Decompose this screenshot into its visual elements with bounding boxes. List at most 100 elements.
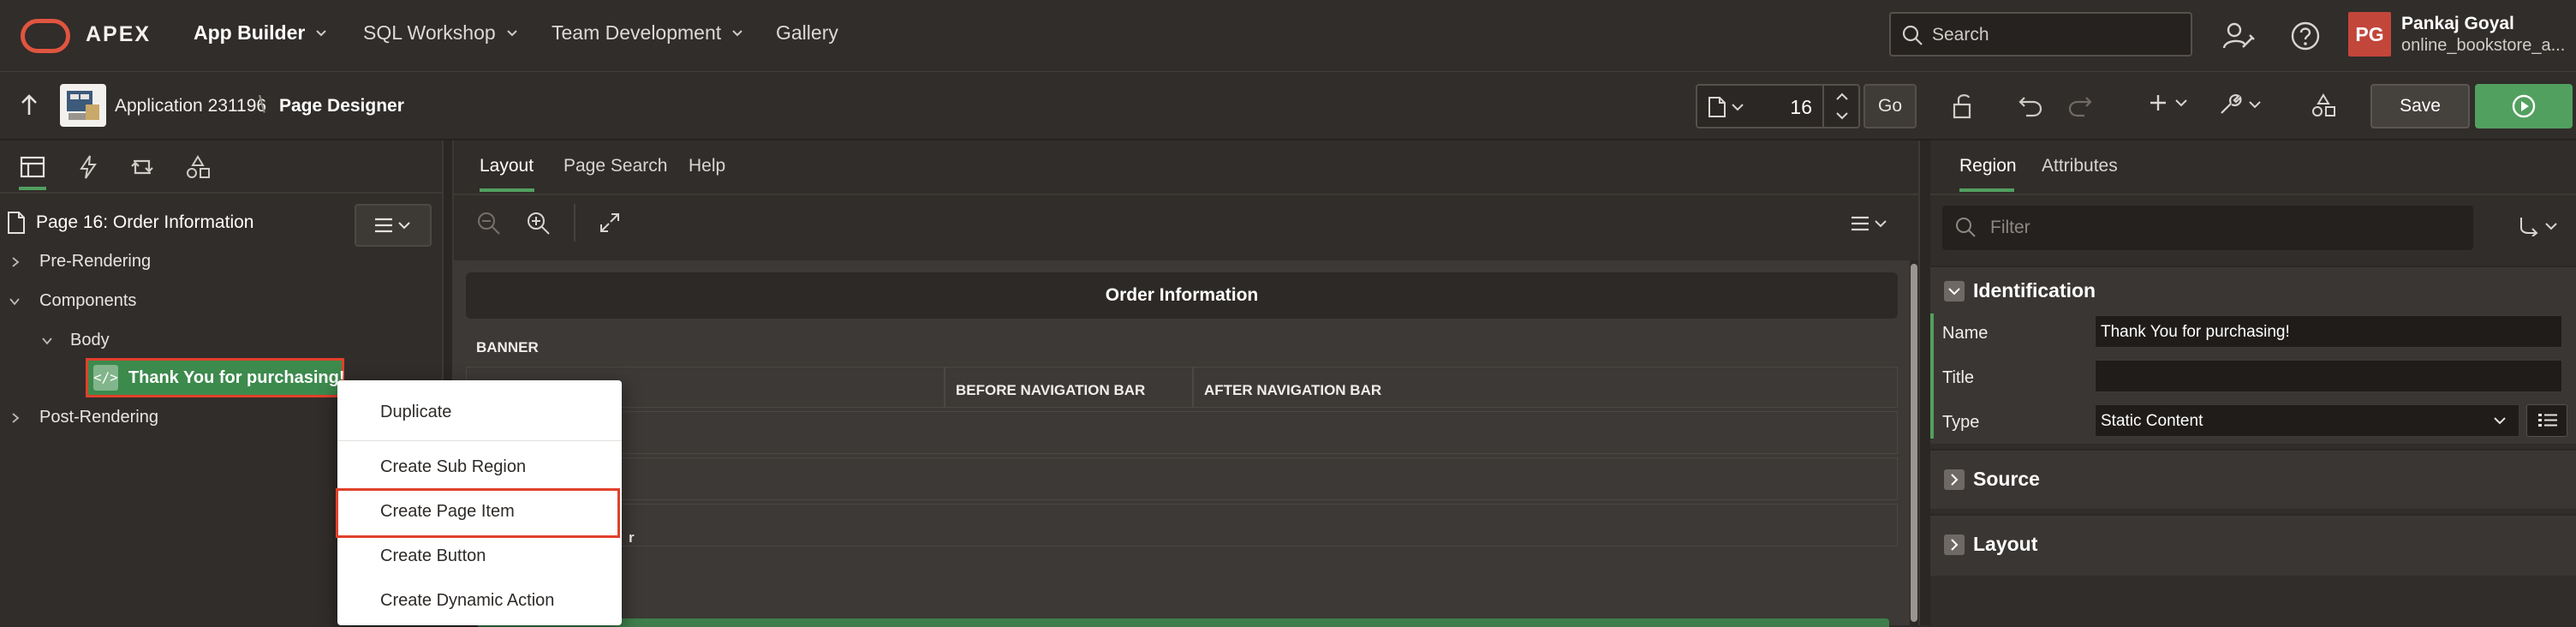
run-button[interactable]	[2475, 84, 2573, 128]
chevron-down-icon	[316, 29, 327, 36]
tree-components-label: Components	[39, 291, 137, 310]
rendering-tab-icon[interactable]	[19, 154, 46, 180]
tree-page-title: Page 16: Order Information	[36, 212, 254, 232]
menu-item-duplicate[interactable]: Duplicate	[380, 403, 451, 422]
application-icon[interactable]	[60, 84, 106, 127]
page-number[interactable]: 16	[1790, 96, 1812, 119]
tab-region[interactable]: Region	[1959, 156, 2017, 176]
undo-icon[interactable]	[2018, 93, 2043, 118]
filter-input[interactable]	[1990, 214, 2453, 242]
global-search[interactable]	[1889, 12, 2192, 57]
tab-help[interactable]: Help	[689, 156, 725, 176]
type-list-button[interactable]	[2526, 404, 2567, 437]
play-icon	[2512, 94, 2536, 118]
slot-row[interactable]	[466, 457, 1898, 500]
context-menu: Duplicate Create Sub Region Create Page …	[336, 380, 622, 625]
shared-components-icon[interactable]	[2311, 93, 2336, 118]
type-select[interactable]: Static Content	[2095, 404, 2519, 437]
nav-team-development-label: Team Development	[552, 21, 722, 44]
tree-components[interactable]: Components	[9, 291, 136, 311]
slot-row[interactable]	[466, 504, 1898, 546]
slot-row[interactable]	[466, 411, 1898, 454]
tab-page-search[interactable]: Page Search	[564, 156, 667, 176]
tree-body[interactable]: Body	[41, 331, 110, 350]
scrollbar-thumb[interactable]	[1911, 264, 1917, 622]
slot-after-nav-label: AFTER NAVIGATION BAR	[1204, 382, 1382, 398]
developer-tools-icon[interactable]	[2221, 19, 2256, 53]
slot-before-nav-label: BEFORE NAVIGATION BAR	[956, 382, 1146, 398]
tree-region-selected[interactable]: </> Thank You for purchasing!	[86, 358, 345, 397]
chevron-right-icon	[12, 412, 20, 423]
section-accent	[1930, 314, 1934, 439]
layout-header[interactable]: Layout	[1944, 533, 2037, 556]
layout-menu-icon[interactable]	[1850, 214, 1889, 233]
tab-attributes[interactable]: Attributes	[2042, 156, 2118, 176]
search-icon	[1902, 25, 1923, 45]
collapse-icon	[1944, 280, 1965, 302]
oracle-logo-icon[interactable]	[21, 19, 70, 53]
breadcrumb-separator: \	[259, 91, 265, 117]
nav-app-builder[interactable]: App Builder	[194, 21, 327, 45]
utilities-menu-button[interactable]	[2218, 93, 2261, 116]
help-icon[interactable]	[2288, 19, 2323, 53]
page-selector[interactable]: 16	[1696, 84, 1860, 128]
page-down-icon[interactable]	[1836, 111, 1848, 120]
layout-canvas[interactable]: Order Information BANNER BEFORE NAVIGATI…	[454, 260, 1910, 627]
go-to-group-button[interactable]	[2518, 216, 2557, 236]
search-input[interactable]	[1932, 22, 2180, 48]
nav-gallery[interactable]: Gallery	[776, 21, 838, 45]
title-field[interactable]	[2095, 360, 2562, 392]
canvas-scrollbar[interactable]	[1910, 260, 1918, 625]
menu-item-create-page-item[interactable]: Create Page Item	[380, 502, 515, 522]
expand-icon[interactable]	[598, 211, 622, 235]
slot-label-partial: r	[629, 529, 635, 546]
identification-section: Identification Name Thank You for purcha…	[1930, 266, 2576, 444]
name-field[interactable]: Thank You for purchasing!	[2095, 315, 2562, 348]
tree-page-node[interactable]: Page 16: Order Information	[7, 211, 253, 235]
identification-header[interactable]: Identification	[1944, 279, 2096, 302]
tree-post-rendering-label: Post-Rendering	[39, 408, 158, 427]
search-icon	[1956, 218, 1976, 237]
arrow-up-icon[interactable]	[17, 93, 41, 118]
tab-divider	[454, 194, 1918, 195]
shared-components-icon[interactable]	[185, 154, 211, 180]
lock-icon[interactable]	[1951, 93, 1977, 120]
save-button[interactable]: Save	[2370, 84, 2470, 128]
right-splitter[interactable]	[1918, 140, 1930, 625]
code-region-icon: </>	[93, 365, 118, 391]
tree-options-menu[interactable]	[355, 204, 432, 247]
layout-title: Layout	[1973, 533, 2038, 555]
nav-sql-workshop-label: SQL Workshop	[363, 21, 496, 44]
top-navigation-bar: APEX App Builder SQL Workshop Team Devel…	[0, 0, 2576, 72]
nav-sql-workshop[interactable]: SQL Workshop	[363, 21, 518, 45]
menu-item-create-dynamic-action[interactable]: Create Dynamic Action	[380, 591, 554, 611]
chevron-down-icon	[42, 337, 52, 344]
expand-section-icon	[1944, 469, 1965, 490]
user-avatar[interactable]: PG	[2348, 12, 2391, 57]
body-region-strip[interactable]	[478, 618, 1889, 627]
processing-icon[interactable]	[128, 154, 156, 180]
tree-pre-rendering[interactable]: Pre-Rendering	[10, 252, 151, 272]
source-header[interactable]: Source	[1944, 468, 2040, 491]
create-menu-button[interactable]	[2148, 93, 2187, 113]
breadcrumb-application[interactable]: Application 231196	[115, 96, 266, 116]
go-to-icon	[2520, 218, 2538, 236]
user-name[interactable]: Pankaj Goyal	[2401, 14, 2514, 34]
page-up-icon[interactable]	[1836, 93, 1848, 101]
property-filter[interactable]	[1942, 206, 2473, 250]
menu-item-create-sub-region[interactable]: Create Sub Region	[380, 457, 526, 477]
zoom-out-icon[interactable]	[476, 211, 502, 236]
nav-gallery-label: Gallery	[776, 21, 838, 44]
go-button[interactable]: Go	[1863, 84, 1917, 128]
lightning-icon[interactable]	[75, 154, 101, 180]
redo-icon[interactable]	[2067, 93, 2093, 118]
nav-team-development[interactable]: Team Development	[552, 21, 743, 45]
chevron-down-icon	[2175, 99, 2187, 107]
tab-layout[interactable]: Layout	[480, 156, 534, 176]
menu-item-create-button[interactable]: Create Button	[380, 546, 486, 566]
tree-post-rendering[interactable]: Post-Rendering	[10, 408, 158, 427]
apex-brand[interactable]: APEX	[86, 22, 151, 47]
page-title-region[interactable]: Order Information	[466, 272, 1898, 319]
name-label: Name	[1942, 324, 1989, 343]
zoom-in-icon[interactable]	[526, 211, 552, 236]
